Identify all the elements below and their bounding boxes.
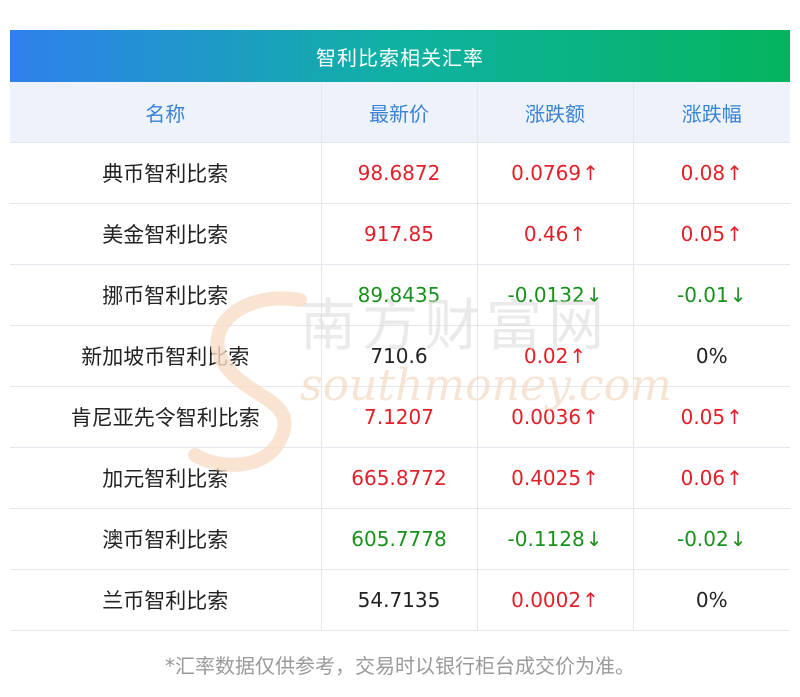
arrow-up-icon: ↑: [569, 222, 587, 246]
currency-pair-name: 美金智利比索: [10, 203, 322, 265]
table-row: 兰币智利比索 54.7135 0.0002↑ 0%: [10, 569, 790, 631]
change-value: 0.0036: [511, 405, 582, 429]
currency-pair-name: 澳币智利比索: [10, 508, 322, 570]
header-name: 名称: [10, 82, 322, 143]
table-row: 新加坡币智利比索 710.6 0.02↑ 0%: [10, 325, 790, 387]
latest-price: 89.8435: [321, 264, 478, 326]
change-percent: 0.06↑: [633, 447, 790, 509]
table-row: 典币智利比索 98.6872 0.0769↑ 0.08↑: [10, 142, 790, 204]
arrow-up-icon: ↑: [582, 466, 599, 490]
arrow-up-icon: ↑: [726, 466, 743, 490]
change-value: 0.4025: [511, 466, 582, 490]
change-amount: -0.0132↓: [477, 264, 634, 326]
latest-price: 665.8772: [321, 447, 478, 509]
change-amount: -0.1128↓: [477, 508, 634, 570]
change-value: -0.1128: [507, 527, 585, 551]
percent-value: 0%: [695, 588, 728, 612]
arrow-down-icon: ↓: [585, 527, 603, 551]
change-amount: 0.0002↑: [477, 569, 634, 631]
percent-value: 0.06: [680, 466, 726, 490]
change-percent: 0.08↑: [633, 142, 790, 204]
arrow-down-icon: ↓: [585, 283, 603, 307]
change-value: 0.46: [523, 222, 569, 246]
header-change: 涨跌额: [477, 82, 634, 143]
percent-value: 0.05: [680, 222, 726, 246]
currency-pair-name: 典币智利比索: [10, 142, 322, 204]
arrow-up-icon: ↑: [726, 405, 743, 429]
percent-value: 0.08: [680, 161, 726, 185]
currency-pair-name: 兰币智利比索: [10, 569, 322, 631]
rate-card: 智利比索相关汇率 名称 最新价 涨跌额 涨跌幅 典币智利比索 98.6872 0.0…: [10, 30, 790, 631]
change-percent: 0%: [633, 325, 790, 387]
change-amount: 0.4025↑: [477, 447, 634, 509]
arrow-down-icon: ↓: [729, 283, 747, 307]
currency-pair-name: 新加坡币智利比索: [10, 325, 322, 387]
latest-price: 7.1207: [321, 386, 478, 448]
table-row: 挪币智利比索 89.8435 -0.0132↓ -0.01↓: [10, 264, 790, 326]
change-percent: 0.05↑: [633, 386, 790, 448]
table-title: 智利比索相关汇率: [10, 30, 790, 82]
arrow-up-icon: ↑: [726, 222, 743, 246]
arrow-up-icon: ↑: [726, 161, 743, 185]
percent-value: 0%: [695, 344, 728, 368]
change-percent: -0.01↓: [633, 264, 790, 326]
latest-price: 605.7778: [321, 508, 478, 570]
change-value: 0.0769: [511, 161, 582, 185]
change-percent: 0%: [633, 569, 790, 631]
change-percent: -0.02↓: [633, 508, 790, 570]
change-amount: 0.0769↑: [477, 142, 634, 204]
latest-price: 917.85: [321, 203, 478, 265]
latest-price: 54.7135: [321, 569, 478, 631]
header-pct: 涨跌幅: [633, 82, 790, 143]
rate-table: 名称 最新价 涨跌额 涨跌幅 典币智利比索 98.6872 0.0769↑ 0.08↑…: [10, 82, 790, 631]
change-amount: 0.0036↑: [477, 386, 634, 448]
currency-pair-name: 加元智利比索: [10, 447, 322, 509]
percent-value: -0.01: [676, 283, 729, 307]
latest-price: 98.6872: [321, 142, 478, 204]
header-row: 名称 最新价 涨跌额 涨跌幅: [10, 82, 790, 143]
change-value: -0.0132: [507, 283, 585, 307]
change-value: 0.0002: [511, 588, 582, 612]
currency-pair-name: 肯尼亚先令智利比索: [10, 386, 322, 448]
table-row: 肯尼亚先令智利比索 7.1207 0.0036↑ 0.05↑: [10, 386, 790, 448]
change-amount: 0.02↑: [477, 325, 634, 387]
table-row: 美金智利比索 917.85 0.46↑ 0.05↑: [10, 203, 790, 265]
percent-value: -0.02: [676, 527, 729, 551]
change-value: 0.02: [523, 344, 569, 368]
table-row: 加元智利比索 665.8772 0.4025↑ 0.06↑: [10, 447, 790, 509]
footnote: *汇率数据仅供参考，交易时以银行柜台成交价为准。: [165, 654, 635, 678]
latest-price: 710.6: [321, 325, 478, 387]
header-price: 最新价: [321, 82, 478, 143]
table-row: 澳币智利比索 605.7778 -0.1128↓ -0.02↓: [10, 508, 790, 570]
arrow-up-icon: ↑: [569, 344, 587, 368]
arrow-up-icon: ↑: [582, 161, 599, 185]
currency-pair-name: 挪币智利比索: [10, 264, 322, 326]
change-percent: 0.05↑: [633, 203, 790, 265]
arrow-down-icon: ↓: [729, 527, 747, 551]
arrow-up-icon: ↑: [582, 588, 599, 612]
percent-value: 0.05: [680, 405, 726, 429]
change-amount: 0.46↑: [477, 203, 634, 265]
arrow-up-icon: ↑: [582, 405, 599, 429]
